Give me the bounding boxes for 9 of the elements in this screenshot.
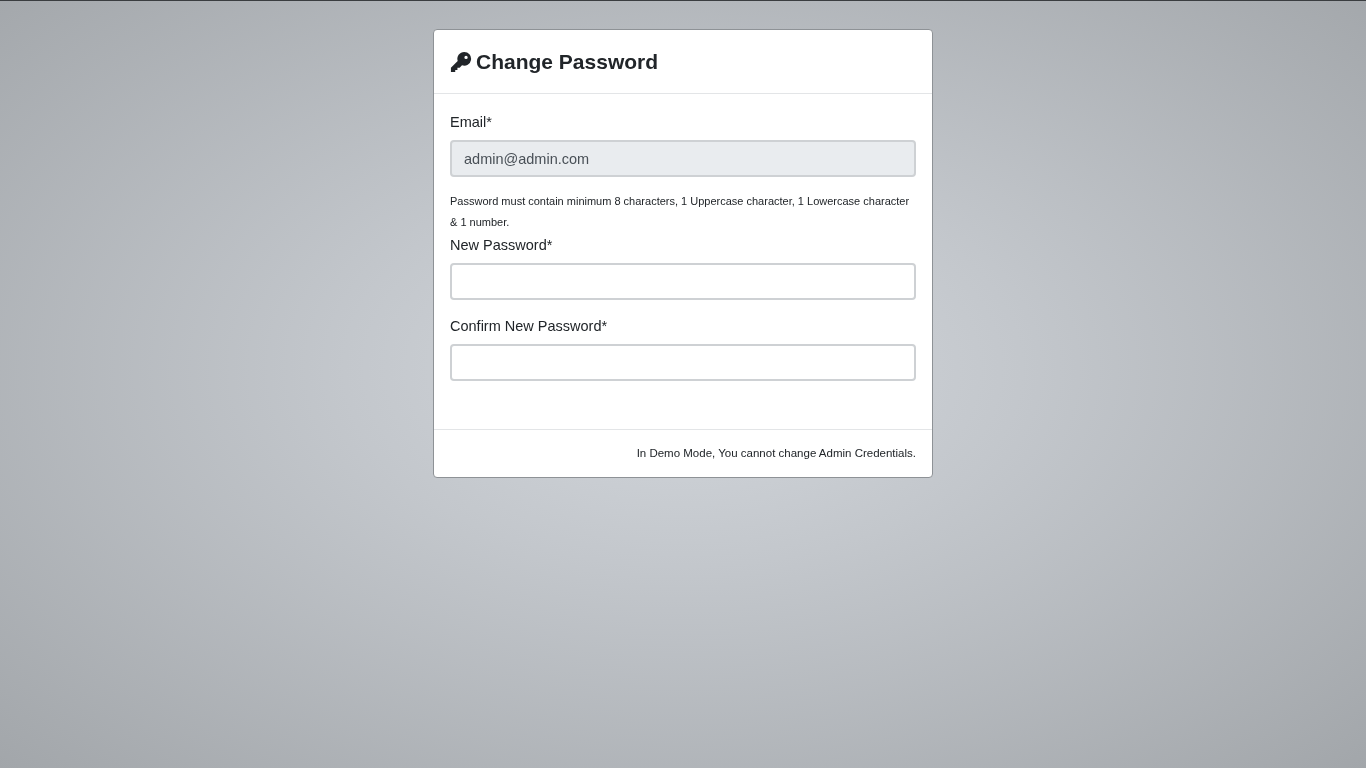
input-field[interactable] [450, 263, 916, 300]
card-title: Change Password [476, 48, 659, 75]
field-label: New Password* [450, 236, 554, 255]
input-field[interactable] [450, 344, 916, 381]
field-label: Confirm New Password* [450, 317, 609, 336]
key-icon [450, 50, 472, 73]
field-label: Email* [450, 113, 493, 132]
demo-mode-note: In Demo Mode, You cannot change Admin Credentials. [636, 445, 916, 461]
password-rule-text: Password must contain minimum 8 characters, 1 Uppercase character, 1 Lowercase character & 1 number. [450, 194, 911, 230]
